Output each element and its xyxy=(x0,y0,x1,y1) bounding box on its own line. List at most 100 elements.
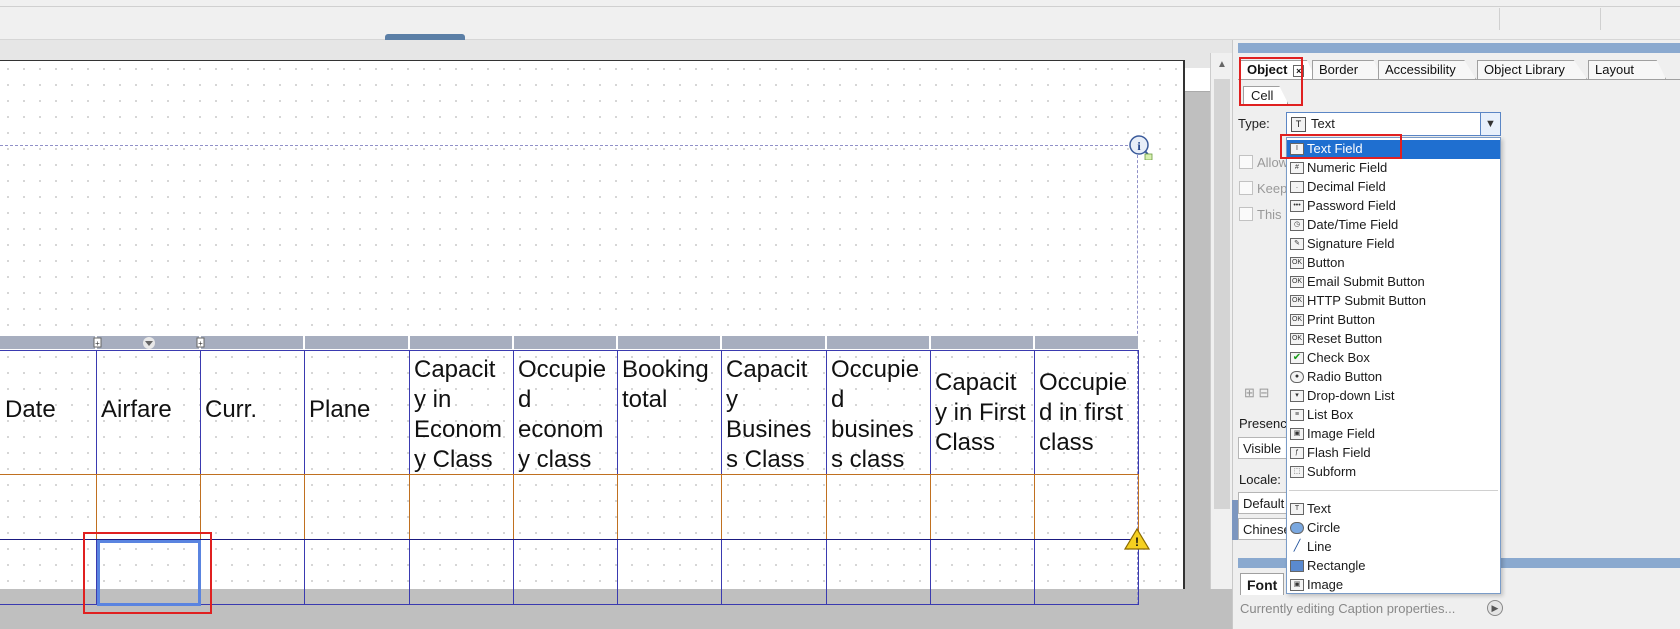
check-box-icon: ✔ xyxy=(1290,352,1304,364)
dropdown-item[interactable]: ≡ List Box xyxy=(1287,406,1500,425)
info-icon[interactable]: i xyxy=(1127,134,1153,160)
dropdown-item[interactable]: OK HTTP Submit Button xyxy=(1287,292,1500,311)
dropdown-item[interactable]: T Text xyxy=(1287,500,1500,519)
circle-icon xyxy=(1290,522,1304,534)
column-header[interactable]: Plane xyxy=(306,351,408,473)
tab-layout[interactable]: Layout xyxy=(1588,60,1666,79)
dropdown-item-label: Email Submit Button xyxy=(1307,274,1425,289)
caption-options-icon[interactable]: ▶ xyxy=(1487,600,1503,616)
tab-border[interactable]: Border xyxy=(1312,60,1382,79)
svg-text:!: ! xyxy=(1135,535,1139,549)
this-checkbox[interactable] xyxy=(1239,207,1253,221)
dropdown-item[interactable]: OK Email Submit Button xyxy=(1287,273,1500,292)
dropdown-item[interactable]: OK Print Button xyxy=(1287,311,1500,330)
column-divider[interactable] xyxy=(1033,336,1035,349)
column-divider[interactable] xyxy=(303,336,305,349)
column-header[interactable]: Occupie d in first class xyxy=(1036,351,1137,473)
dropdown-item-label: Date/Time Field xyxy=(1307,217,1399,232)
dropdown-item-label: Image xyxy=(1307,577,1344,592)
column-header[interactable]: Curr. xyxy=(202,351,303,473)
type-dropdown-list[interactable]: I Text Field # Numeric Field. Decimal Field •… xyxy=(1286,137,1501,594)
scroll-up-icon[interactable]: ▲ xyxy=(1217,59,1227,70)
svg-text:+: + xyxy=(198,339,203,348)
column-marker-icon[interactable]: + xyxy=(92,337,104,349)
highlight-box xyxy=(1239,57,1303,106)
allow-checkbox[interactable] xyxy=(1239,155,1253,169)
http-submit-button-icon: OK xyxy=(1290,295,1304,307)
tab-accessibility[interactable]: Accessibility xyxy=(1378,60,1476,79)
dropdown-item[interactable]: ••• Password Field xyxy=(1287,197,1500,216)
column-divider[interactable] xyxy=(408,336,410,349)
type-select[interactable]: T Text ▼ xyxy=(1286,112,1501,136)
dropdown-item-label: Image Field xyxy=(1307,426,1375,441)
panel-collapse-handle[interactable] xyxy=(1232,500,1238,540)
column-header[interactable]: Booking total xyxy=(619,351,720,473)
dropdown-item[interactable]: OK Reset Button xyxy=(1287,330,1500,349)
toolbar-separator xyxy=(1499,8,1500,30)
tab-accessibility-label: Accessibility xyxy=(1385,62,1456,77)
radio-button-icon: ● xyxy=(1290,371,1304,383)
dropdown-item[interactable]: ╱ Line xyxy=(1287,538,1500,557)
tab-font[interactable]: Font xyxy=(1240,573,1285,595)
text-icon: T xyxy=(1290,503,1304,515)
column-divider[interactable] xyxy=(825,336,827,349)
column-header[interactable]: Capacit y in Econom y Class xyxy=(411,351,512,473)
column-divider[interactable] xyxy=(720,336,722,349)
column-marker-icon[interactable]: + xyxy=(195,337,207,349)
warning-icon[interactable]: ! xyxy=(1124,528,1150,550)
highlight-box xyxy=(1280,134,1402,159)
column-header[interactable]: Date xyxy=(2,351,95,473)
tab-object-library[interactable]: Object Library xyxy=(1477,60,1587,79)
locale-select[interactable]: Default xyxy=(1238,492,1288,514)
dropdown-item-label: Signature Field xyxy=(1307,236,1395,251)
dropdown-item[interactable]: ⬚ Subform xyxy=(1287,463,1500,482)
vertical-scrollbar[interactable]: ▲ xyxy=(1210,53,1232,589)
column-header[interactable]: Occupie d econom y class xyxy=(515,351,616,473)
dropdown-item-label: Password Field xyxy=(1307,198,1396,213)
top-toolbar xyxy=(0,0,1680,40)
dropdown-item[interactable]: # Numeric Field xyxy=(1287,159,1500,178)
language-value: Chinese xyxy=(1243,522,1288,537)
column-header[interactable]: Occupie d busines s class xyxy=(828,351,929,473)
dropdown-item[interactable]: ▣ Image Field xyxy=(1287,425,1500,444)
table-column-bar[interactable] xyxy=(0,336,1138,349)
rectangle-icon xyxy=(1290,560,1304,572)
dropdown-item[interactable]: Rectangle xyxy=(1287,557,1500,576)
dropdown-item[interactable]: ✎ Signature Field xyxy=(1287,235,1500,254)
dropdown-item[interactable]: ▾ Drop-down List xyxy=(1287,387,1500,406)
flash-field-icon: ƒ xyxy=(1290,447,1304,459)
table-column-line xyxy=(930,475,931,539)
keep-label: Keep xyxy=(1257,181,1288,196)
page-body[interactable] xyxy=(0,60,1185,589)
presence-select[interactable]: Visible xyxy=(1238,437,1288,459)
scrollbar-thumb[interactable] xyxy=(1214,79,1230,509)
column-header[interactable]: Capacit y Busines s Class xyxy=(723,351,825,473)
table-tools-icon[interactable]: ⊞ ⊟ xyxy=(1244,385,1284,401)
dropdown-item-label: Decimal Field xyxy=(1307,179,1386,194)
dropdown-item[interactable]: ● Radio Button xyxy=(1287,368,1500,387)
dropdown-item[interactable]: . Decimal Field xyxy=(1287,178,1500,197)
dropdown-item[interactable]: ▣ Image xyxy=(1287,576,1500,595)
table-column-line xyxy=(304,475,305,539)
language-select[interactable]: Chinese xyxy=(1238,518,1288,540)
column-header[interactable]: Capacit y in First Class xyxy=(932,351,1033,473)
dropdown-item-label: Button xyxy=(1307,255,1345,270)
dropdown-item[interactable]: ✔ Check Box xyxy=(1287,349,1500,368)
dropdown-item-label: Text xyxy=(1307,501,1331,516)
dropdown-item[interactable]: ◷ Date/Time Field xyxy=(1287,216,1500,235)
keep-checkbox[interactable] xyxy=(1239,181,1253,195)
dropdown-item[interactable]: OK Button xyxy=(1287,254,1500,273)
dropdown-item[interactable]: ƒ Flash Field xyxy=(1287,444,1500,463)
column-divider[interactable] xyxy=(512,336,514,349)
image-field-icon: ▣ xyxy=(1290,428,1304,440)
table-column-line xyxy=(96,475,97,539)
chevron-down-icon[interactable] xyxy=(142,337,156,349)
text-icon: T xyxy=(1291,117,1306,132)
column-divider[interactable] xyxy=(929,336,931,349)
column-header[interactable]: Airfare xyxy=(98,351,199,473)
chevron-down-icon[interactable]: ▼ xyxy=(1480,113,1500,135)
column-divider[interactable] xyxy=(616,336,618,349)
dropdown-item[interactable]: Circle xyxy=(1287,519,1500,538)
caption-note: Currently editing Caption properties... xyxy=(1240,601,1456,616)
image-icon: ▣ xyxy=(1290,579,1304,591)
